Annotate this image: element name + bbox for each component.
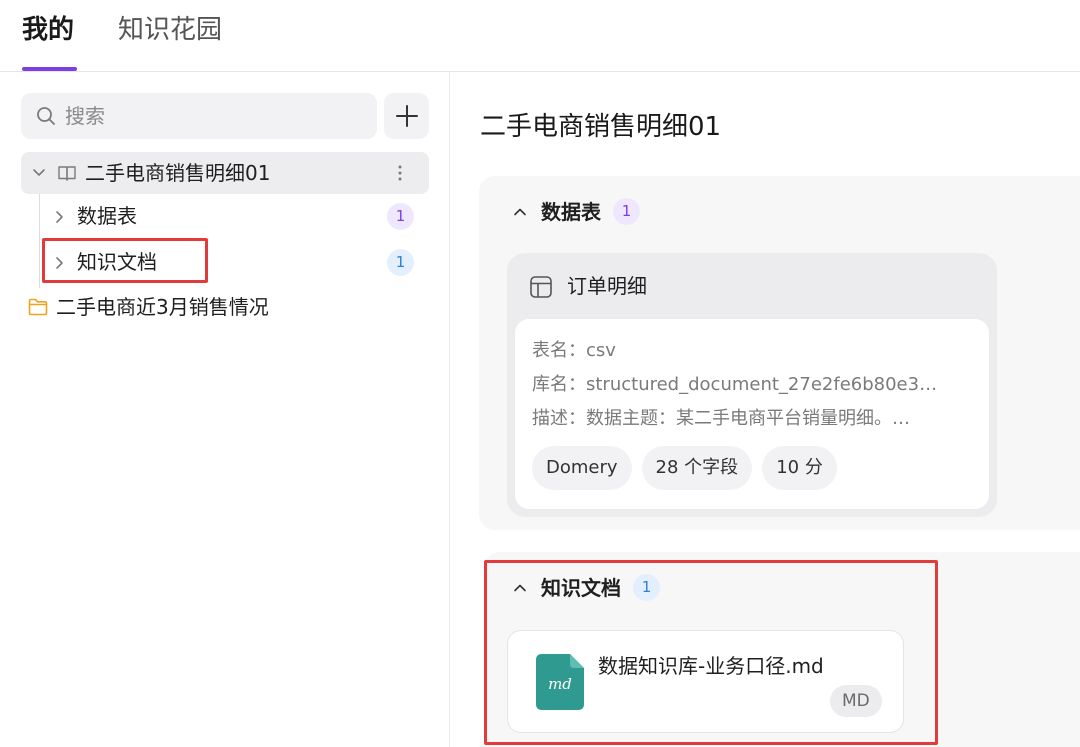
tree-root-label: 二手电商销售明细01	[85, 161, 271, 185]
folder-label: 二手电商近3月销售情况	[56, 295, 269, 319]
database-name: 库名：structured_document_27e2fe6b80e3…	[532, 374, 938, 395]
table-card-title: 订单明细	[567, 274, 647, 298]
data-table-section-header[interactable]: 数据表 1	[513, 198, 640, 225]
section-title: 数据表	[541, 199, 601, 224]
count-badge: 1	[613, 198, 640, 225]
page-title: 二手电商销售明细01	[480, 112, 722, 142]
chip-field-count: 28 个字段	[641, 446, 753, 490]
table-icon	[530, 276, 552, 298]
tab-mine[interactable]: 我的	[22, 12, 74, 48]
count-badge: 1	[387, 203, 414, 230]
count-badge: 1	[387, 249, 414, 276]
add-button[interactable]	[384, 93, 429, 139]
folder-icon	[28, 298, 48, 316]
tree-item-knowledge-docs[interactable]: 知识文档 1	[44, 242, 424, 282]
search-icon	[37, 107, 55, 125]
search-box[interactable]	[21, 93, 377, 139]
table-description: 描述：数据主题：某二手电商平台销量明细。…	[532, 408, 910, 429]
count-badge: 1	[633, 574, 660, 601]
active-tab-indicator	[22, 67, 77, 71]
chevron-down-icon	[33, 169, 45, 176]
tree-child-label: 数据表	[77, 204, 137, 228]
chevron-up-icon	[514, 208, 526, 215]
tree-guide-line	[39, 194, 40, 288]
chip-score: 10 分	[762, 446, 837, 490]
table-card[interactable]: 订单明细 表名：csv 库名：structured_document_27e2f…	[507, 253, 997, 517]
markdown-file-icon: md	[536, 654, 584, 710]
chip-row: Domery 28 个字段 10 分	[532, 446, 837, 490]
search-input[interactable]	[65, 101, 355, 131]
plus-icon	[395, 105, 418, 127]
document-card[interactable]: md 数据知识库-业务口径.md MD	[507, 630, 904, 733]
chevron-right-icon	[56, 257, 63, 269]
chevron-up-icon	[514, 584, 526, 591]
knowledge-doc-section-header[interactable]: 知识文档 1	[513, 574, 660, 601]
sidebar: 二手电商销售明细01 数据表 1 知识文档 1 二手电商近3月销售情况	[0, 72, 450, 747]
tree-item-dataset[interactable]: 二手电商销售明细01	[21, 152, 429, 194]
file-type-badge: MD	[830, 685, 882, 717]
document-name: 数据知识库-业务口径.md	[598, 654, 824, 678]
tree-item-folder[interactable]: 二手电商近3月销售情况	[26, 292, 426, 324]
tree-child-label: 知识文档	[77, 250, 157, 274]
table-card-details: 表名：csv 库名：structured_document_27e2fe6b80…	[515, 319, 989, 509]
section-title: 知识文档	[541, 575, 621, 600]
more-vertical-icon[interactable]	[393, 162, 407, 184]
md-icon-text: md	[548, 675, 572, 693]
tree-item-data-tables[interactable]: 数据表 1	[44, 196, 424, 236]
chip-source: Domery	[532, 446, 632, 490]
tab-knowledge-garden[interactable]: 知识花园	[118, 12, 222, 48]
chevron-right-icon	[56, 211, 63, 223]
table-name: 表名：csv	[532, 340, 616, 361]
book-icon	[58, 166, 76, 181]
top-tabs: 我的 知识花园	[0, 0, 1080, 72]
